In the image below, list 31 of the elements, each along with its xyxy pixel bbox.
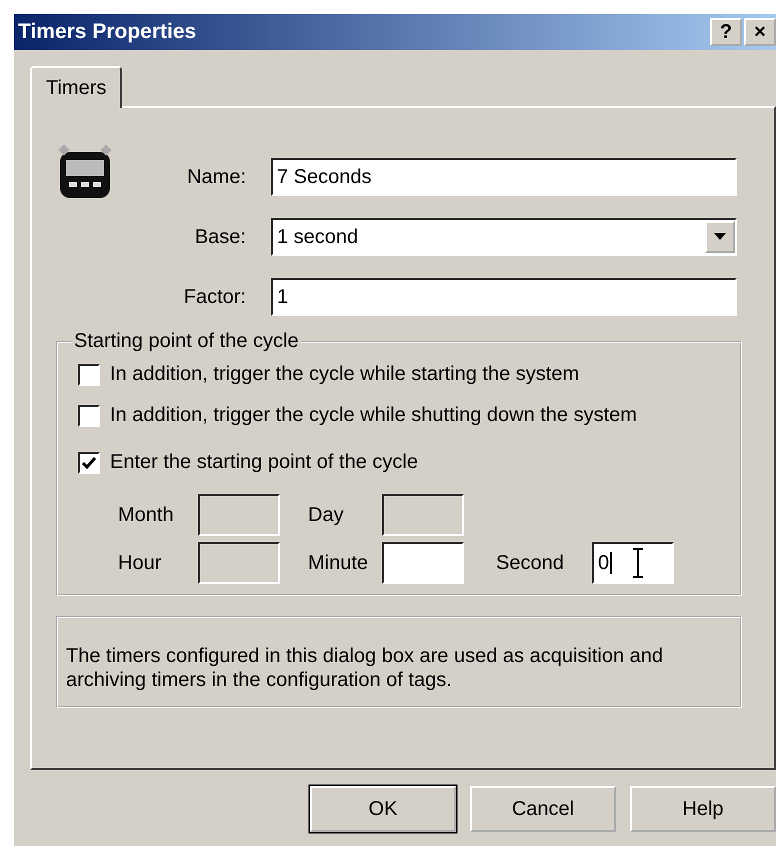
input-field[interactable] <box>382 542 464 584</box>
text-cursor-icon <box>632 548 644 578</box>
field-label: Factor: <box>182 286 246 308</box>
help-button[interactable]: Help <box>630 786 776 832</box>
field-label: Month <box>118 504 175 526</box>
tab[interactable]: Timers <box>30 66 122 108</box>
field-label: Day <box>308 504 345 526</box>
info-text: The timers configured in this dialog box are used as acquisition and archiving timers in the configuration of tags. <box>66 644 664 692</box>
dropdown[interactable]: 1 second <box>271 218 737 256</box>
cancel-button[interactable]: Cancel <box>470 786 616 832</box>
group-title: Starting point of the cycle <box>73 330 300 353</box>
window-title: Timers Properties <box>18 20 196 44</box>
input-field[interactable]: 7 Seconds <box>271 158 737 196</box>
input-field[interactable]: 0 <box>592 542 674 584</box>
checkbox-label: Enter the starting point of the cycle <box>110 451 418 474</box>
checkbox[interactable] <box>78 452 100 474</box>
checkbox[interactable] <box>78 364 100 386</box>
field-label: Name: <box>186 166 246 188</box>
checkbox-label: In addition, trigger the cycle while starting the system <box>110 363 580 386</box>
ok-button[interactable]: OK <box>310 786 456 832</box>
field-value: 0 <box>598 552 610 574</box>
field-label: Hour <box>118 552 162 574</box>
field-label: Minute <box>308 552 370 574</box>
input-field[interactable]: 1 <box>271 278 737 316</box>
close-button[interactable]: × <box>744 18 776 46</box>
help-button[interactable]: ? <box>710 18 742 46</box>
checkbox[interactable] <box>78 404 100 426</box>
field-label: Base: <box>194 226 246 248</box>
checkbox-label: In addition, trigger the cycle while shutting down the system <box>110 404 637 427</box>
field-label: Second <box>496 552 565 574</box>
check-mark-icon <box>82 456 96 468</box>
